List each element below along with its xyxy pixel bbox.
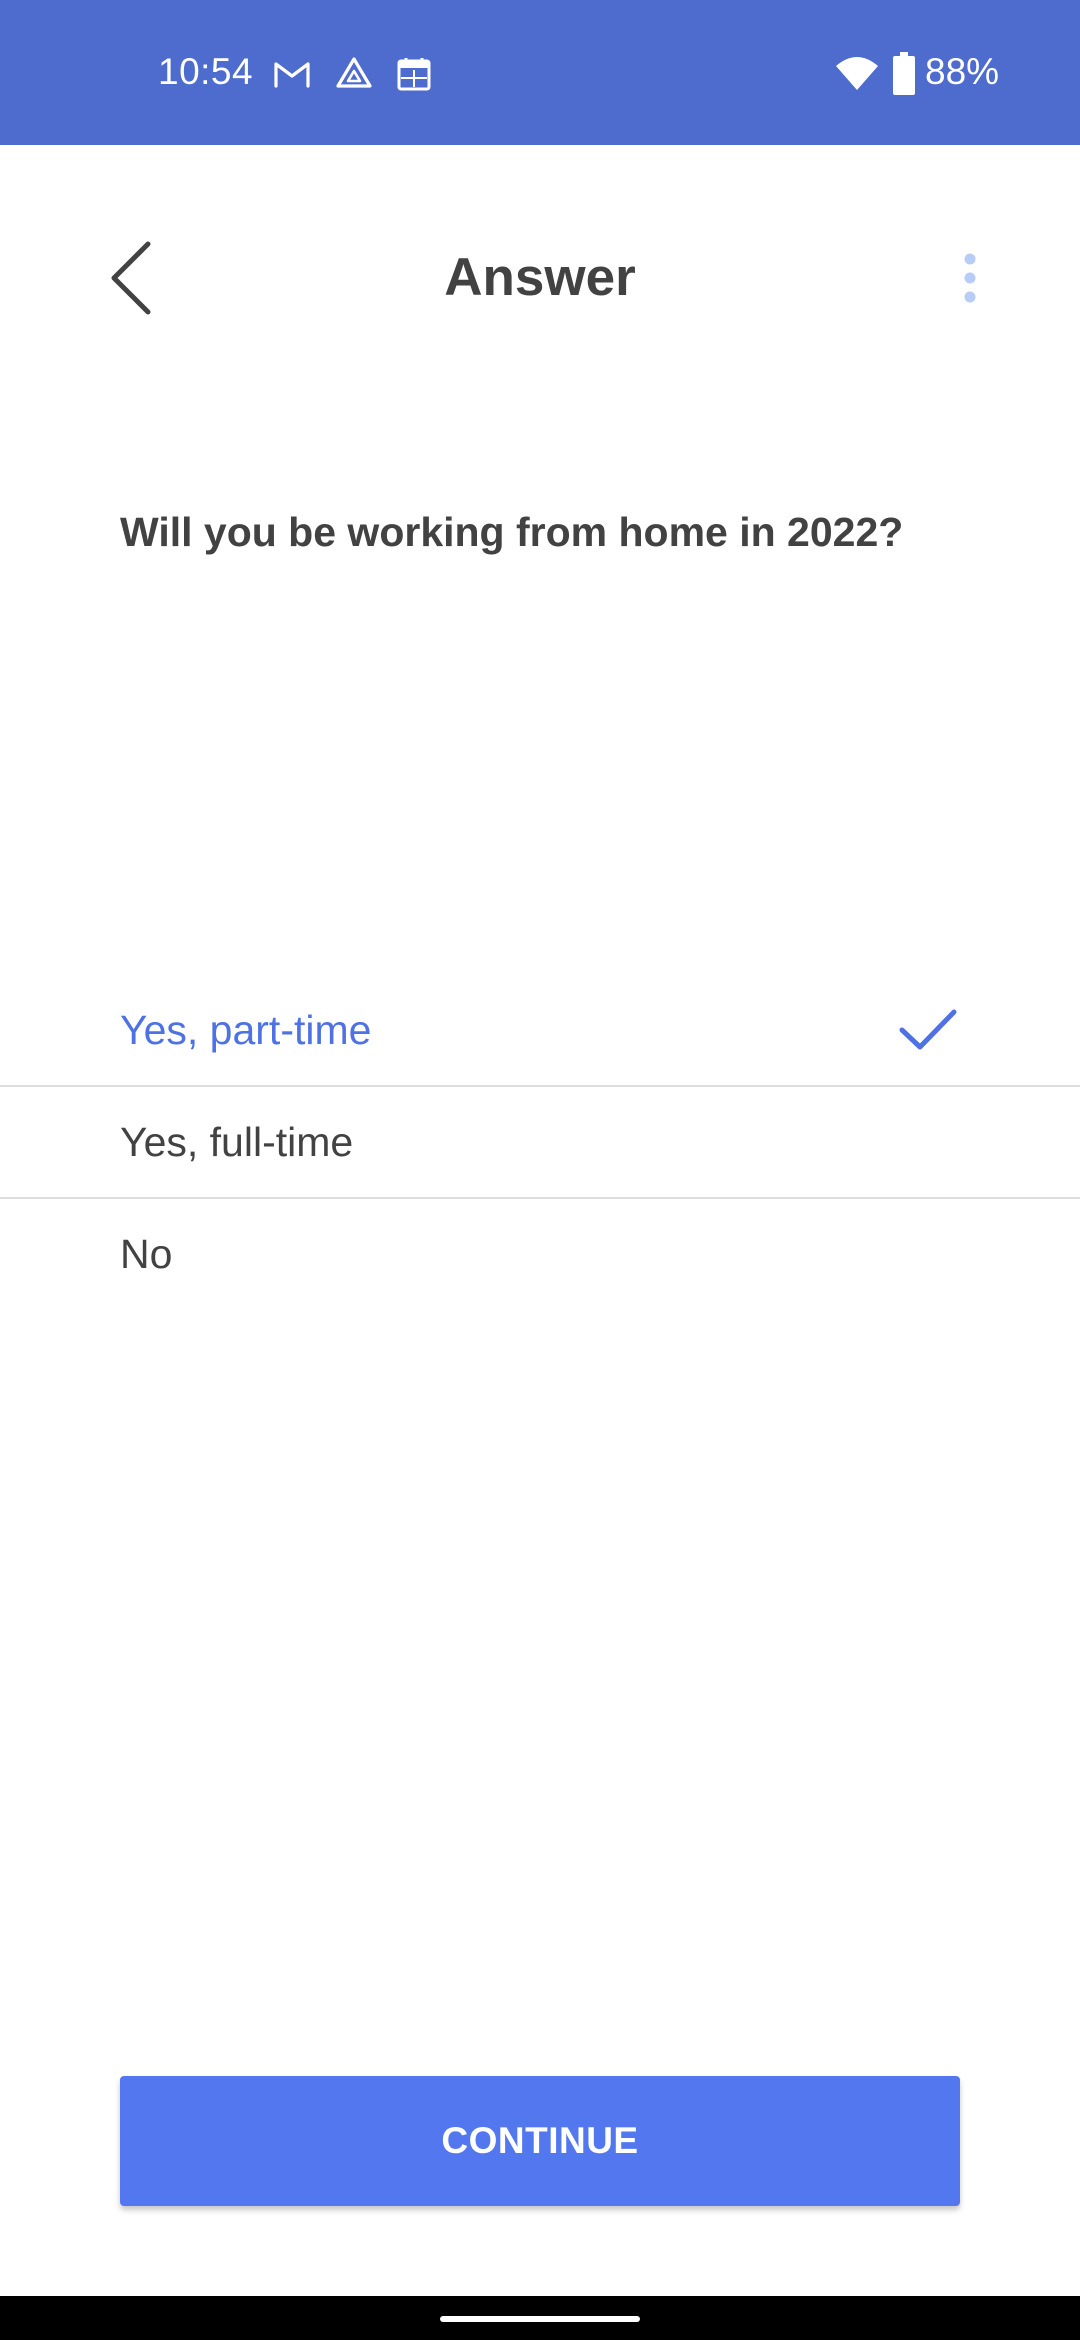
- drive-icon: [334, 54, 374, 94]
- option-yes-full-time[interactable]: Yes, full-time: [0, 1085, 1080, 1197]
- more-options-button[interactable]: [950, 248, 990, 308]
- question-text: Will you be working from home in 2022?: [120, 509, 904, 555]
- status-bar: 10:54 88%: [0, 0, 1080, 145]
- gmail-icon: [272, 54, 312, 94]
- calendar-icon: [394, 54, 434, 94]
- wifi-icon: [834, 54, 880, 94]
- more-vertical-icon: [964, 253, 976, 303]
- battery-icon: [892, 52, 916, 96]
- chevron-left-icon: [111, 241, 151, 315]
- page-title: Answer: [444, 248, 636, 307]
- home-gesture-handle[interactable]: [440, 2316, 640, 2322]
- option-label: Yes, full-time: [120, 1119, 354, 1165]
- option-yes-part-time[interactable]: Yes, part-time: [0, 975, 1080, 1085]
- system-nav-bar: [0, 2296, 1080, 2340]
- answer-options: Yes, part-time Yes, full-time No: [0, 975, 1080, 1309]
- status-time: 10:54: [158, 51, 254, 92]
- check-icon: [898, 1007, 958, 1053]
- battery-percent: 88%: [925, 51, 1000, 92]
- option-label: Yes, part-time: [120, 1007, 372, 1053]
- option-label: No: [120, 1231, 173, 1277]
- option-no[interactable]: No: [0, 1197, 1080, 1309]
- back-button[interactable]: [100, 236, 164, 320]
- continue-button[interactable]: CONTINUE: [120, 2076, 960, 2206]
